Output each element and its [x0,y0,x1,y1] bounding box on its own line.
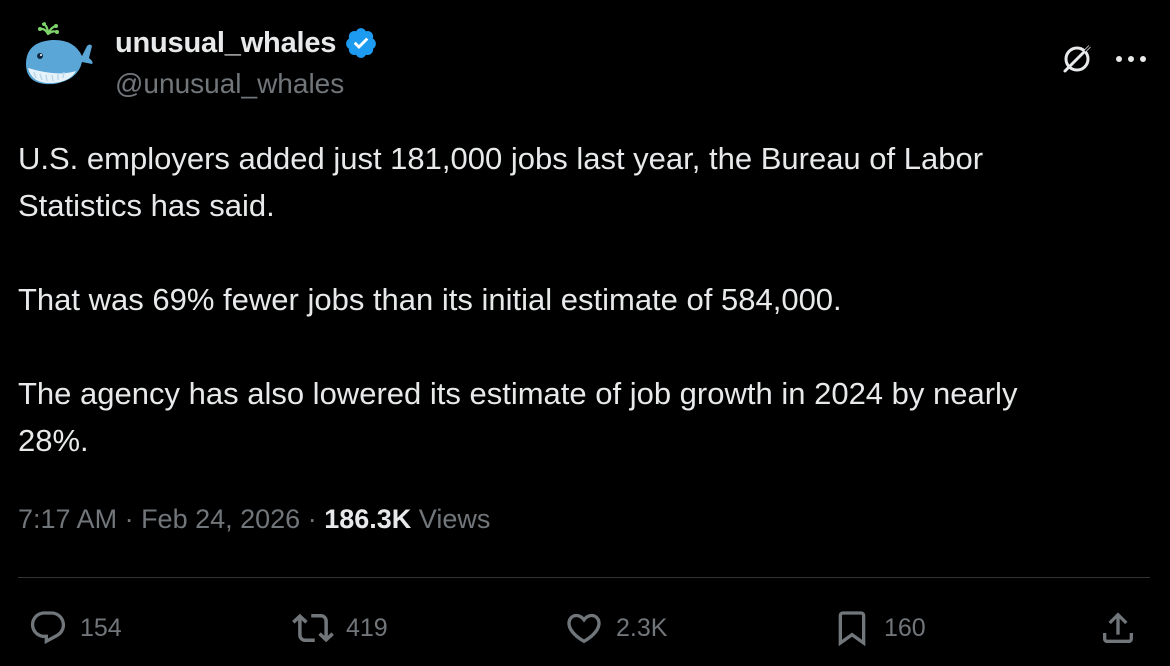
author-display-name[interactable]: unusual_whales [115,27,336,60]
reply-icon [30,611,66,645]
like-count: 2.3K [616,613,668,642]
meta-separator: · [117,504,142,534]
repost-button[interactable]: 419 [292,606,388,650]
name-row: unusual_whales [115,26,378,60]
views-label: Views [418,504,491,534]
reply-count: 154 [80,613,122,642]
tweet: unusual_whales @unusual_whales U.S. empl… [0,0,1170,666]
tweet-paragraph: U.S. employers added just 181,000 jobs l… [18,141,984,223]
more-icon [1116,56,1146,62]
bookmark-icon [838,611,866,647]
views-label [411,504,419,535]
tweet-paragraph: The agency has also lowered its estimate… [18,376,1018,458]
verified-badge-icon [344,26,378,60]
bookmark-button[interactable]: 160 [832,606,926,650]
repost-icon [292,613,334,643]
heart-icon [567,613,601,644]
reply-button[interactable]: 154 [28,606,122,650]
grok-icon [1063,44,1092,73]
views-count[interactable]: 186.3K [324,504,411,535]
tweet-date[interactable]: Feb 24, 2026 [141,504,300,535]
whale-logo-icon [26,22,93,85]
meta-separator: · [300,504,325,534]
like-button[interactable]: 2.3K [564,606,667,650]
more-button[interactable] [1108,38,1154,80]
avatar[interactable] [18,20,96,98]
tweet-paragraph: That was 69% fewer jobs than its initial… [18,282,842,317]
tweet-meta: 7:17 AM · Feb 24, 2026 · 186.3K Views [18,504,490,535]
repost-count: 419 [346,613,388,642]
divider [18,577,1150,578]
tweet-time[interactable]: 7:17 AM [18,504,117,535]
grok-button[interactable] [1056,38,1098,80]
author-handle[interactable]: @unusual_whales [115,68,344,100]
tweet-text: U.S. employers added just 181,000 jobs l… [18,135,1158,464]
share-button[interactable] [1098,606,1138,650]
share-icon [1103,612,1133,643]
bookmark-count: 160 [884,613,926,642]
